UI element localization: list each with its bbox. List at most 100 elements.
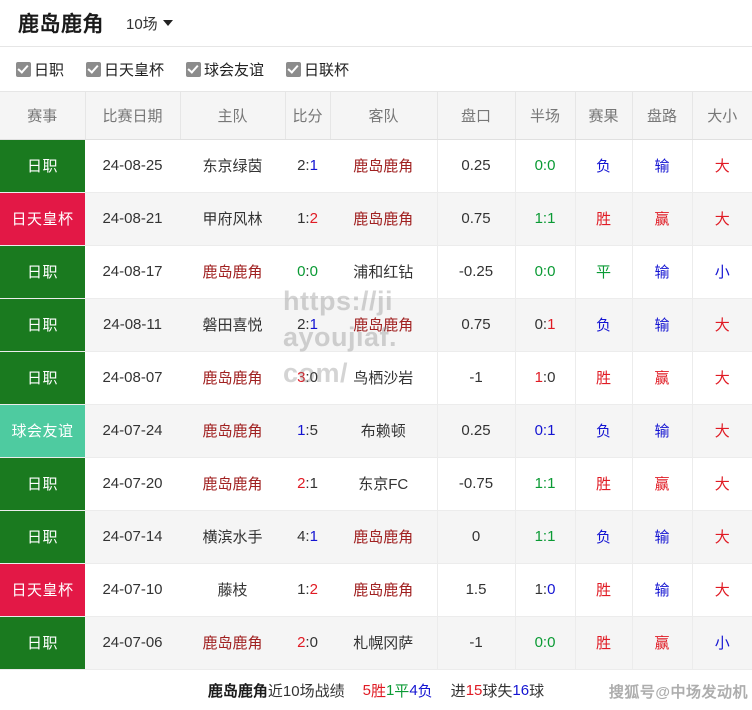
cell-date-text: 24-07-14 [102,528,163,545]
cell-date: 24-08-07 [85,351,180,405]
filter-rizhi[interactable]: 日职 [16,59,64,80]
col-size: 大小 [692,92,752,140]
match-count-dropdown[interactable]: 10场 [126,13,173,34]
cell-league: 日职 [0,139,85,193]
summary-goals-against: 16 [512,682,530,699]
summary-goals-for: 15 [465,682,483,699]
summary-losses: 4 [409,682,418,699]
table-row[interactable]: 球会友谊 24-07-24 鹿岛鹿角 1:5 布赖顿 0.25 0:1 负 输 大 [0,404,752,458]
cell-away-team: 鹿岛鹿角 [330,298,438,352]
cell-away-team: 鹿岛鹿角 [330,192,438,246]
cell-away-team-text: 东京FC [358,476,409,493]
cell-date-text: 24-07-10 [102,581,163,598]
halftime-text: 0:0 [534,634,556,651]
cell-away-team: 鹿岛鹿角 [330,510,438,564]
cell-handicap-text: 0 [471,528,481,545]
cell-result: 负 [575,404,633,458]
table-row[interactable]: 日职 24-08-11 磐田喜悦 2:1 鹿岛鹿角 0.75 0:1 负 输 大 [0,298,752,352]
score-away: 0 [309,369,318,386]
cell-home-team-text: 横滨水手 [202,529,263,546]
summary-prefix: 近10场战绩 [267,683,345,700]
filter-qiuhuiyouyi[interactable]: 球会友谊 [186,59,264,80]
table-header-row: 赛事 比赛日期 主队 比分 客队 盘口 半场 赛果 盘路 大小 [0,92,752,140]
cell-date: 24-08-21 [85,192,180,246]
cell-home-team-text: 东京绿茵 [202,158,263,175]
cell-date-text: 24-08-07 [102,369,163,386]
cell-handicap-text: 0.75 [461,316,491,333]
cell-away-team-text: 浦和红钻 [353,264,414,281]
filter-rilianbei[interactable]: 日联杯 [286,59,349,80]
halftime-text: 0:0 [534,263,556,280]
halftime-text: 1:1 [534,210,556,227]
cell-score: 2:0 [285,616,330,670]
cell-size: 大 [692,510,752,564]
table-row[interactable]: 日职 24-07-14 横滨水手 4:1 鹿岛鹿角 0 1:1 负 输 大 [0,510,752,564]
summary-losses-label: 负 [417,683,433,700]
cell-size: 大 [692,457,752,511]
cell-result-text: 平 [595,264,611,281]
cell-size: 大 [692,351,752,405]
cell-halftime: 1:1 [515,510,576,564]
filter-label: 日联杯 [304,61,350,79]
checkbox-checked-icon[interactable] [186,61,202,77]
cell-league: 日职 [0,298,85,352]
cell-league: 日职 [0,457,85,511]
cell-result: 胜 [575,457,633,511]
league-badge: 日职 [0,245,85,298]
table-row[interactable]: 日天皇杯 24-07-10 藤枝 1:2 鹿岛鹿角 1.5 1:0 胜 输 大 [0,563,752,617]
table-row[interactable]: 日职 24-07-20 鹿岛鹿角 2:1 东京FC -0.75 1:1 胜 赢 大 [0,457,752,511]
cell-road-text: 赢 [654,635,670,652]
score-away: 5 [309,422,318,439]
cell-road-text: 输 [654,158,670,175]
cell-road-text: 输 [654,264,670,281]
halftime-text: 1:1 [534,528,556,545]
cell-road-text: 输 [654,529,670,546]
cell-home-team-text: 鹿岛鹿角 [202,264,263,281]
cell-date-text: 24-08-17 [102,263,163,280]
filter-ritianhuangbei[interactable]: 日天皇杯 [86,59,164,80]
cell-date: 24-07-24 [85,404,180,458]
cell-handicap: -1 [437,616,516,670]
cell-away-team-text: 鹿岛鹿角 [353,158,414,175]
table-row[interactable]: 日天皇杯 24-08-21 甲府风林 1:2 鹿岛鹿角 0.75 1:1 胜 赢 大 [0,192,752,246]
cell-league: 日天皇杯 [0,192,85,246]
cell-away-team: 鹿岛鹿角 [330,563,438,617]
panel-header: 鹿岛鹿角 10场 [0,0,752,47]
summary-footer: 鹿岛鹿角 近10场战绩 5胜1平4负 进 15 球失 16 球 [0,669,752,710]
cell-size-text: 大 [714,529,730,546]
halftime-text: 0:1 [534,422,556,439]
cell-date: 24-07-20 [85,457,180,511]
cell-home-team: 鹿岛鹿角 [180,616,285,670]
table-row[interactable]: 日职 24-08-17 鹿岛鹿角 0:0 浦和红钻 -0.25 0:0 平 输 小 [0,245,752,299]
cell-home-team: 东京绿茵 [180,139,285,193]
cell-road: 输 [632,139,693,193]
cell-road: 输 [632,510,693,564]
league-badge: 日天皇杯 [0,192,85,245]
cell-home-team: 鹿岛鹿角 [180,404,285,458]
cell-road-text: 输 [654,582,670,599]
cell-date: 24-08-25 [85,139,180,193]
table-row[interactable]: 日职 24-08-25 东京绿茵 2:1 鹿岛鹿角 0.25 0:0 负 输 大 [0,139,752,193]
cell-score: 2:1 [285,139,330,193]
cell-date: 24-08-11 [85,298,180,352]
cell-handicap: 0.25 [437,139,516,193]
checkbox-checked-icon[interactable] [286,61,302,77]
table-row[interactable]: 日职 24-08-07 鹿岛鹿角 3:0 鸟栖沙岩 -1 1:0 胜 赢 大 [0,351,752,405]
cell-league: 日职 [0,245,85,299]
page-title: 鹿岛鹿角 [18,13,104,36]
cell-handicap-text: 0.25 [461,422,491,439]
cell-date-text: 24-07-20 [102,475,163,492]
cell-away-team-text: 布赖顿 [360,423,406,440]
league-badge: 日职 [0,457,85,510]
cell-size-text: 大 [714,370,730,387]
table-row[interactable]: 日职 24-07-06 鹿岛鹿角 2:0 札幌冈萨 -1 0:0 胜 赢 小 [0,616,752,670]
summary-draws: 1 [385,682,395,699]
checkbox-checked-icon[interactable] [86,61,102,77]
cell-home-team-text: 鹿岛鹿角 [202,635,263,652]
filter-label: 日天皇杯 [104,61,165,79]
league-badge: 日职 [0,510,85,563]
checkbox-checked-icon[interactable] [16,61,31,77]
col-away: 客队 [330,92,438,140]
cell-away-team: 鸟栖沙岩 [330,351,438,405]
score-away: 1 [309,475,318,492]
